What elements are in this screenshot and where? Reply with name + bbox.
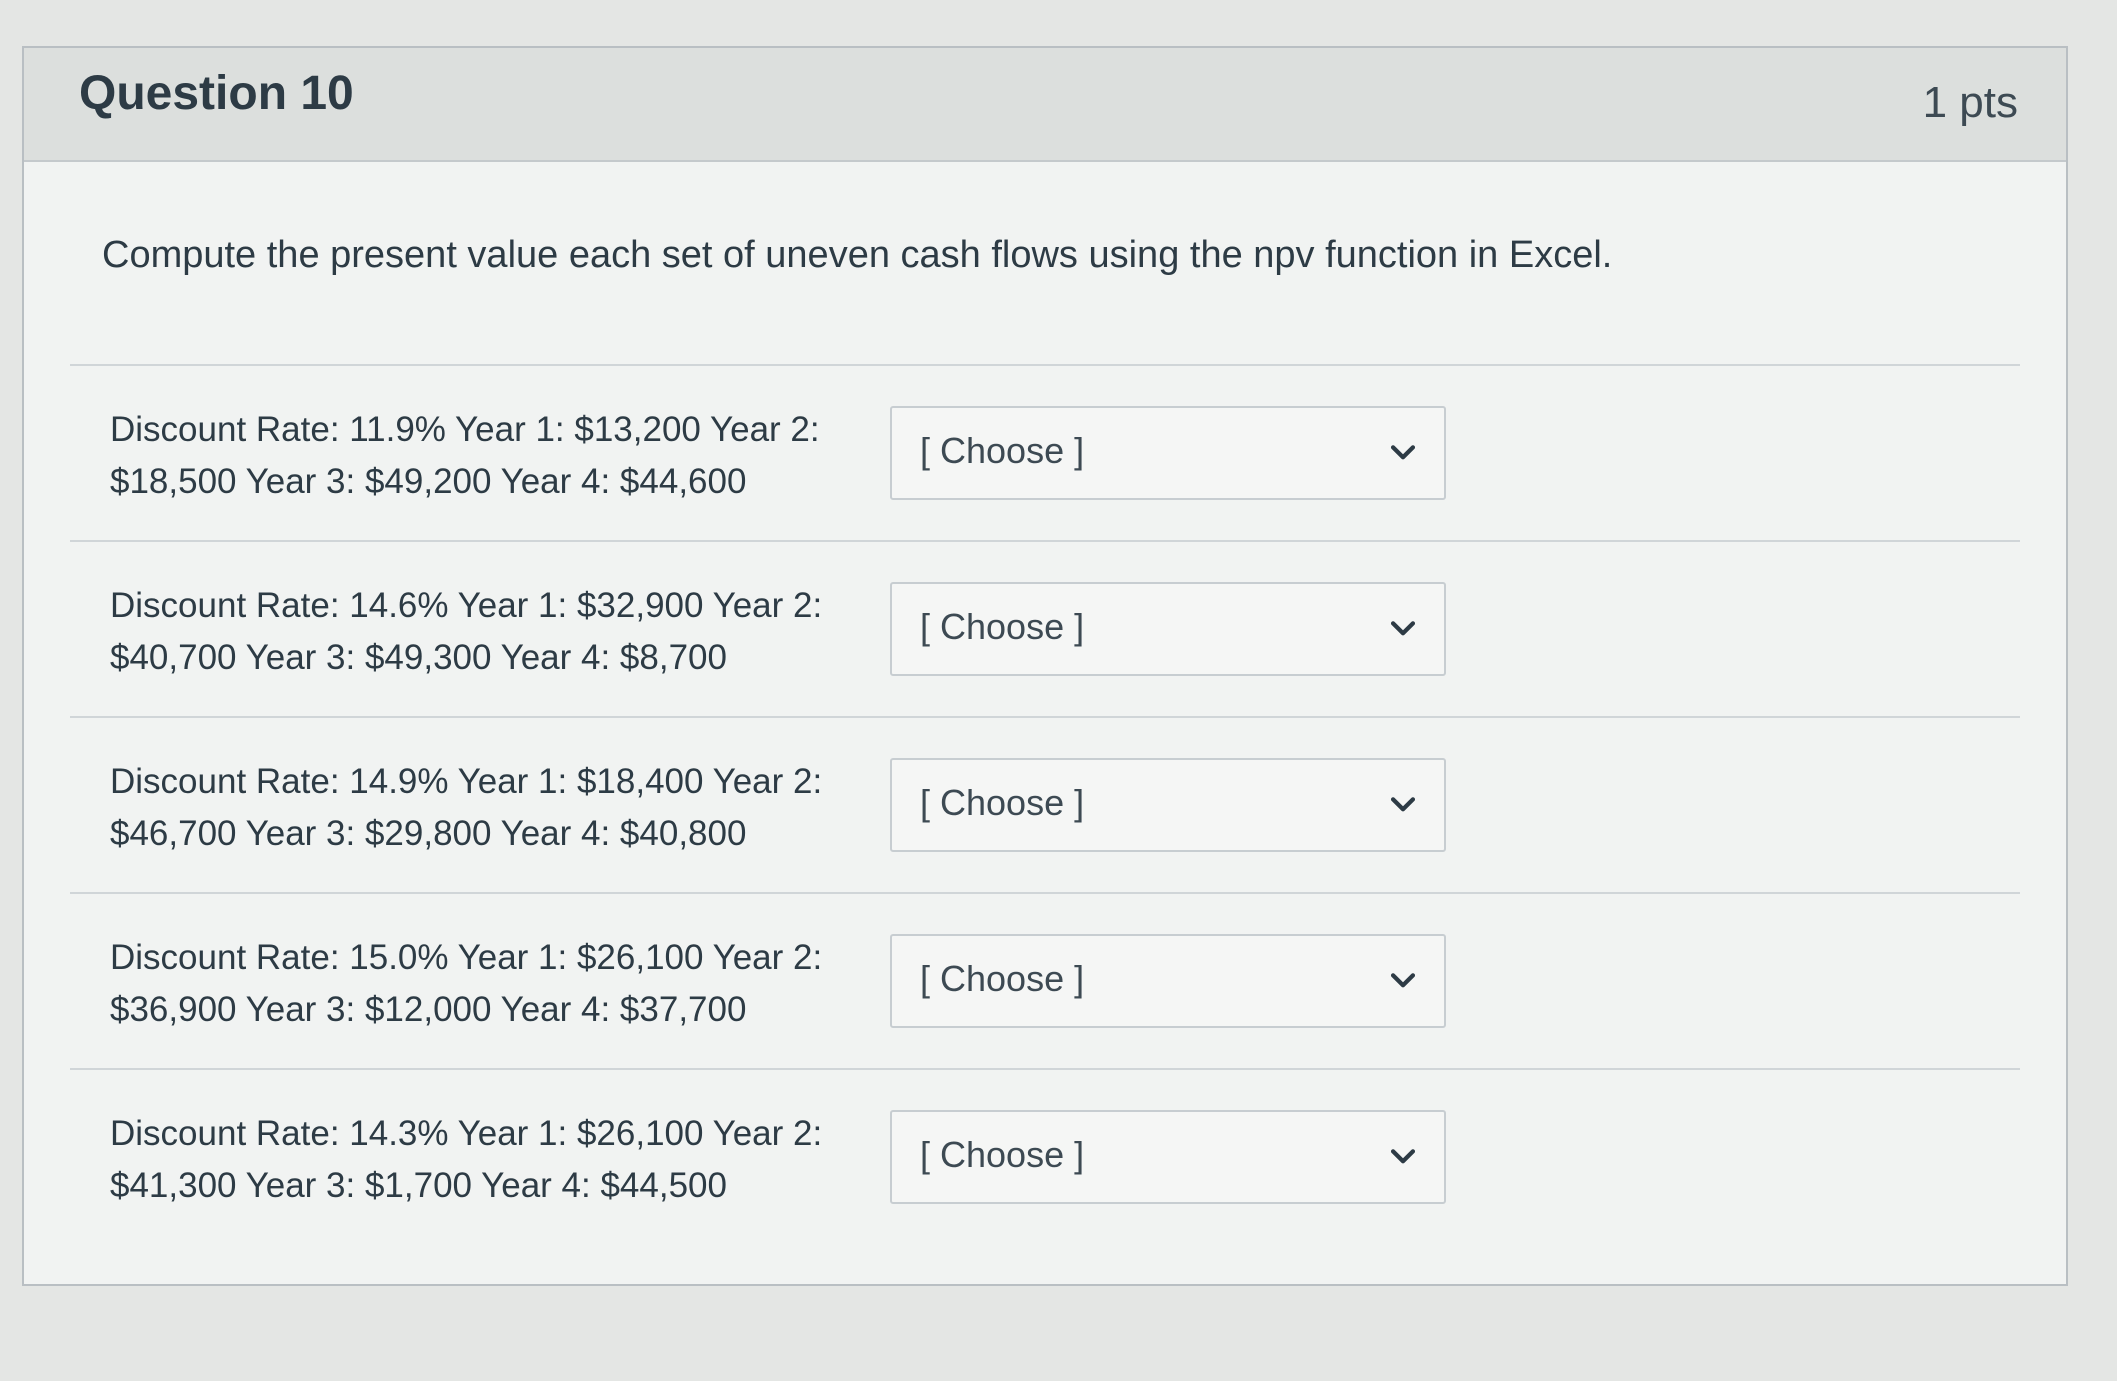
answer-label: Discount Rate: 14.3% Year 1: $26,100 Yea… xyxy=(110,1108,870,1212)
dropdown-selected-value: [ Choose ] xyxy=(920,782,1085,823)
answer-label: Discount Rate: 14.6% Year 1: $32,900 Yea… xyxy=(110,580,870,684)
answer-label-line: $46,700 Year 3: $29,800 Year 4: $40,800 xyxy=(110,814,747,853)
question-card: Question 10 1 pts Compute the present va… xyxy=(22,46,2068,1286)
chevron-down-icon xyxy=(1390,973,1416,988)
answer-label: Discount Rate: 15.0% Year 1: $26,100 Yea… xyxy=(110,932,870,1036)
answer-label-line: Discount Rate: 14.3% Year 1: $26,100 Yea… xyxy=(110,1114,823,1153)
question-prompt: Compute the present value each set of un… xyxy=(102,234,1613,276)
answer-row: Discount Rate: 15.0% Year 1: $26,100 Yea… xyxy=(70,892,2020,1068)
answer-label-line: $41,300 Year 3: $1,700 Year 4: $44,500 xyxy=(110,1166,727,1205)
answer-label-line: $18,500 Year 3: $49,200 Year 4: $44,600 xyxy=(110,462,747,501)
answer-label: Discount Rate: 11.9% Year 1: $13,200 Yea… xyxy=(110,404,870,508)
dropdown-selected-value: [ Choose ] xyxy=(920,958,1085,999)
question-points: 1 pts xyxy=(1922,78,2018,127)
answer-row: Discount Rate: 14.3% Year 1: $26,100 Yea… xyxy=(70,1068,2020,1244)
answer-dropdown[interactable]: [ Choose ] xyxy=(890,582,1446,676)
answer-dropdown[interactable]: [ Choose ] xyxy=(890,758,1446,852)
answer-row: Discount Rate: 14.9% Year 1: $18,400 Yea… xyxy=(70,716,2020,892)
dropdown-selected-value: [ Choose ] xyxy=(920,1134,1085,1175)
answer-label-line: Discount Rate: 15.0% Year 1: $26,100 Yea… xyxy=(110,938,823,977)
answer-label-line: $36,900 Year 3: $12,000 Year 4: $37,700 xyxy=(110,990,747,1029)
answer-row: Discount Rate: 14.6% Year 1: $32,900 Yea… xyxy=(70,540,2020,716)
chevron-down-icon xyxy=(1390,797,1416,812)
question-body: Compute the present value each set of un… xyxy=(24,162,2066,1244)
question-header: Question 10 1 pts xyxy=(24,48,2066,162)
chevron-down-icon xyxy=(1390,1149,1416,1164)
answer-label-line: Discount Rate: 11.9% Year 1: $13,200 Yea… xyxy=(110,410,820,449)
answer-dropdown[interactable]: [ Choose ] xyxy=(890,1110,1446,1204)
chevron-down-icon xyxy=(1390,445,1416,460)
answer-label-line: Discount Rate: 14.6% Year 1: $32,900 Yea… xyxy=(110,586,823,625)
answer-dropdown[interactable]: [ Choose ] xyxy=(890,934,1446,1028)
answer-row: Discount Rate: 11.9% Year 1: $13,200 Yea… xyxy=(70,364,2020,540)
question-title: Question 10 xyxy=(79,67,354,120)
dropdown-selected-value: [ Choose ] xyxy=(920,606,1085,647)
answer-label-line: $40,700 Year 3: $49,300 Year 4: $8,700 xyxy=(110,638,727,677)
chevron-down-icon xyxy=(1390,621,1416,636)
answer-label: Discount Rate: 14.9% Year 1: $18,400 Yea… xyxy=(110,756,870,860)
dropdown-selected-value: [ Choose ] xyxy=(920,430,1085,471)
answer-list: Discount Rate: 11.9% Year 1: $13,200 Yea… xyxy=(70,364,2020,1244)
answer-label-line: Discount Rate: 14.9% Year 1: $18,400 Yea… xyxy=(110,762,823,801)
answer-dropdown[interactable]: [ Choose ] xyxy=(890,406,1446,500)
